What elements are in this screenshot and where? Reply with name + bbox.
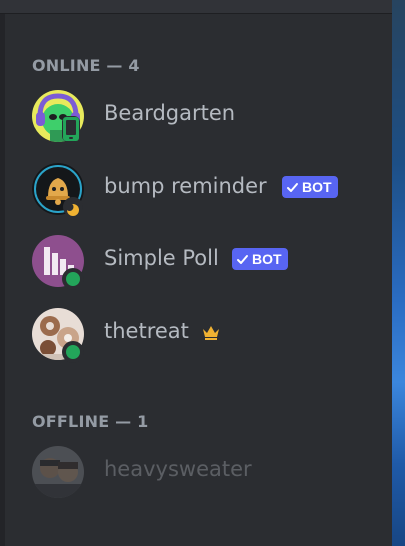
member-heavysweater[interactable]: heavysweater [22,439,382,505]
crown-icon [203,326,219,340]
desktop-background-strip [392,0,405,546]
member-thetreat[interactable]: thetreat [22,301,382,367]
member-list-window: ONLINE — 4 Beardgarten bump reminder BOT… [0,0,405,546]
online-status-icon [62,341,84,363]
member-name: bump reminder [104,174,267,198]
member-name: thetreat [104,319,189,343]
member-simple-poll[interactable]: Simple Poll BOT [22,228,382,294]
member-bump-reminder[interactable]: bump reminder BOT [22,156,382,222]
channel-header-bar [0,0,392,14]
idle-status-icon [63,197,83,217]
member-name: heavysweater [104,457,252,481]
checkmark-icon [237,254,248,264]
checkmark-icon [287,182,298,192]
bot-tag: BOT [282,176,338,198]
member-name: Simple Poll [104,246,219,270]
member-beardgarten[interactable]: Beardgarten [22,83,382,149]
bot-tag-label: BOT [302,179,332,195]
offline-section-header: OFFLINE — 1 [32,412,149,431]
photo-avatar [32,446,84,498]
bot-tag-label: BOT [252,251,282,267]
online-status-icon [62,268,84,290]
mobile-status-icon [62,116,80,142]
online-section-header: ONLINE — 4 [32,56,140,75]
bot-tag: BOT [232,248,288,270]
member-name: Beardgarten [104,101,236,125]
